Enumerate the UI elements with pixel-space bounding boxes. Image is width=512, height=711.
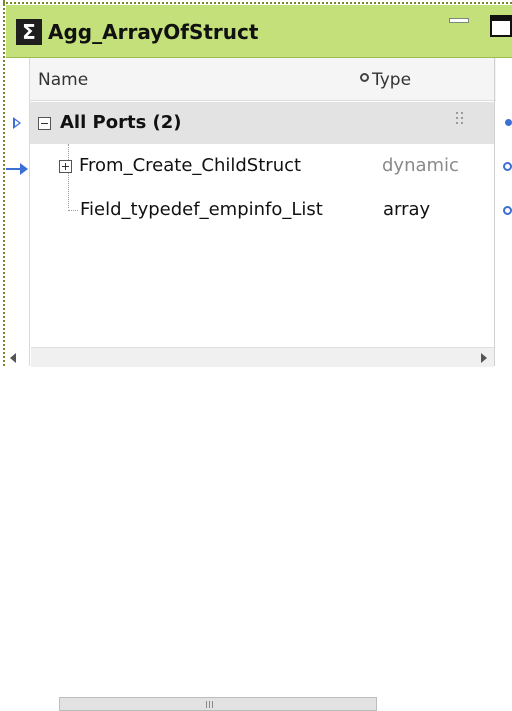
port-type: array [383, 199, 431, 220]
column-name-header[interactable]: Name [38, 70, 88, 90]
horizontal-scrollbar[interactable] [31, 347, 494, 711]
port-output-ring[interactable] [503, 206, 512, 215]
collapse-icon[interactable] [38, 117, 51, 130]
expand-icon[interactable] [59, 160, 72, 173]
port-name[interactable]: From_Create_ChildStruct [79, 155, 301, 176]
selection-border-top [3, 2, 512, 4]
tree-connector-vertical [68, 144, 69, 208]
transformation-title: Agg_ArrayOfStruct [48, 20, 259, 44]
maximize-button[interactable] [490, 15, 512, 37]
column-divider [494, 58, 495, 366]
minimize-button[interactable] [449, 14, 469, 24]
transformation-header[interactable]: Σ Agg_ArrayOfStruct [6, 5, 512, 58]
port-name[interactable]: Field_typedef_empinfo_List [80, 199, 323, 220]
port-type: dynamic [382, 155, 459, 176]
sigma-icon: Σ [16, 19, 42, 45]
column-resize-handle[interactable] [360, 73, 369, 82]
group-output-port-dot[interactable] [505, 119, 512, 126]
scroll-right-icon[interactable] [481, 353, 487, 363]
column-header: Name Type [30, 58, 496, 101]
tree-connector-horizontal [68, 210, 78, 211]
port-output-ring[interactable] [503, 162, 512, 171]
group-label: All Ports (2) [60, 112, 182, 133]
selection-border-left [3, 0, 5, 366]
column-type-header[interactable]: Type [372, 70, 411, 90]
scrollbar-thumb[interactable] [59, 697, 377, 711]
link-arrow-icon [20, 163, 28, 175]
drag-grip-icon[interactable] [456, 112, 464, 128]
thumb-grip-icon [206, 701, 216, 708]
scroll-left-icon[interactable] [10, 353, 16, 363]
